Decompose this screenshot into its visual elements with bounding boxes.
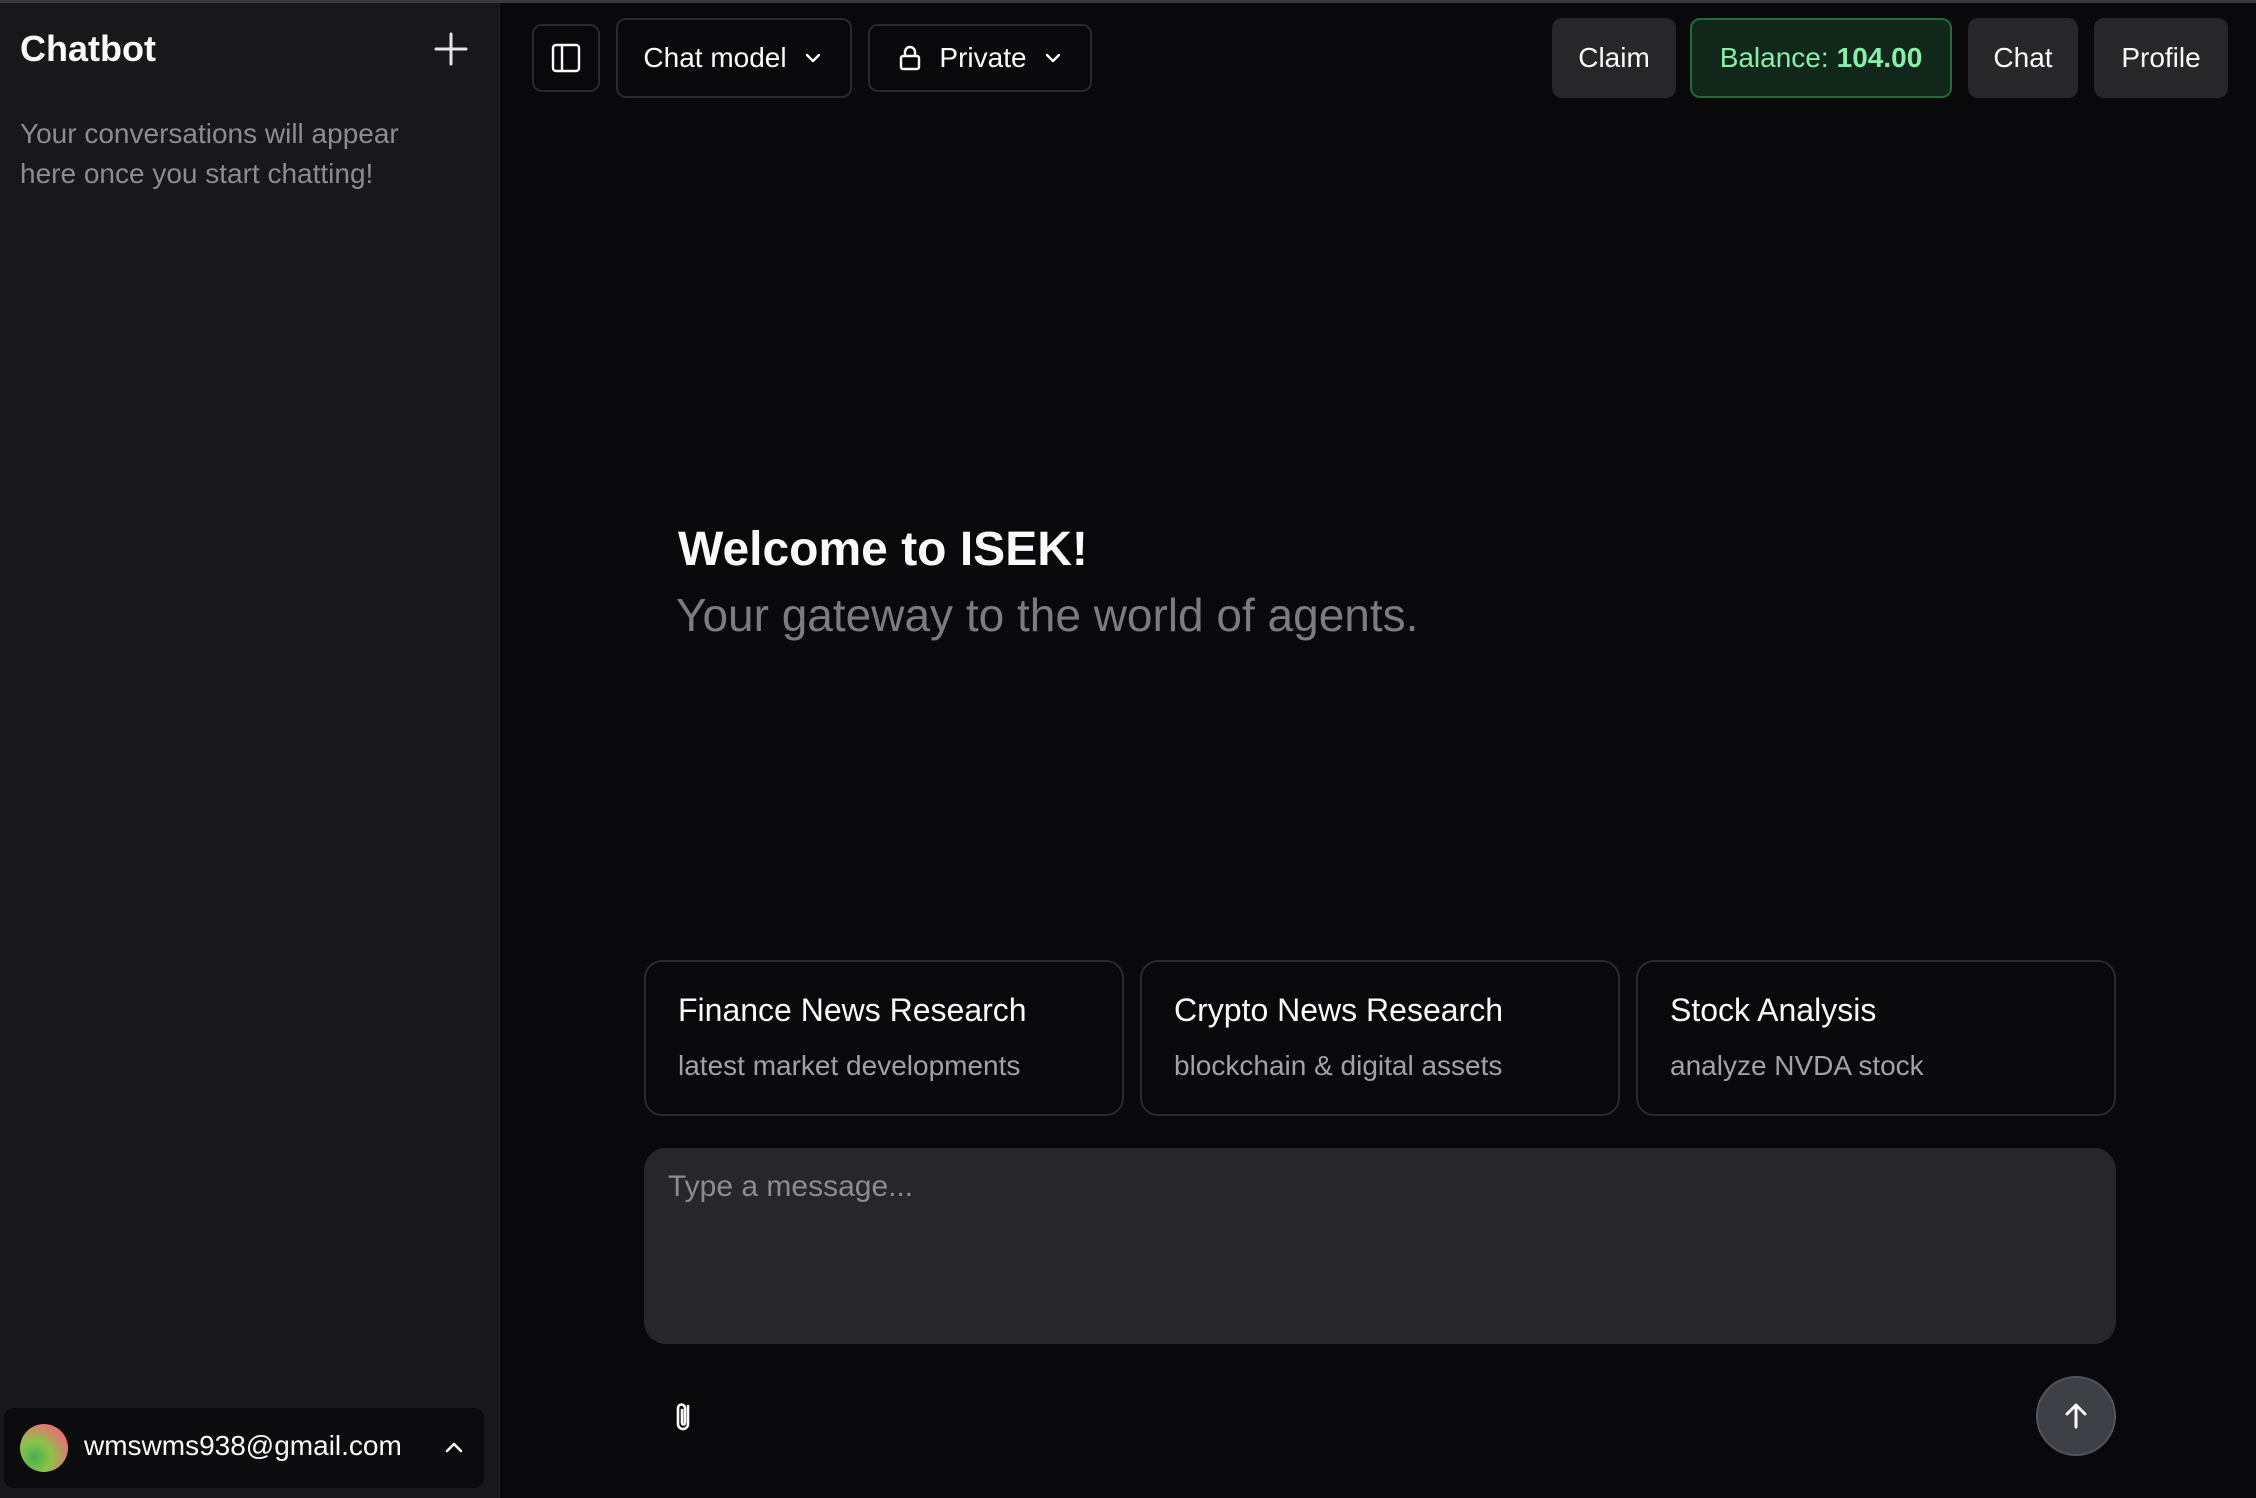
model-selector[interactable]: Chat model: [616, 18, 852, 98]
suggestion-title: Crypto News Research: [1174, 992, 1503, 1028]
visibility-selector-label: Private: [939, 42, 1027, 73]
top-border: [0, 0, 2256, 3]
suggestion-subtitle: blockchain & digital assets: [1174, 1050, 1503, 1081]
sidebar-title: Chatbot: [20, 28, 156, 69]
lock-icon: [900, 45, 921, 71]
balance-badge[interactable]: Balance: 104.00: [1690, 18, 1952, 98]
message-input[interactable]: [644, 1148, 2116, 1344]
user-menu-button[interactable]: wmswms938@gmail.com: [4, 1408, 484, 1488]
profile-button[interactable]: Profile: [2094, 18, 2228, 98]
sidebar: Chatbot Your conversations will appear h…: [0, 0, 500, 1498]
avatar: [20, 1424, 68, 1472]
paperclip-icon: [676, 1403, 690, 1431]
send-button[interactable]: [2036, 1376, 2116, 1456]
new-chat-button[interactable]: [428, 26, 474, 72]
balance-label: Balance:: [1719, 42, 1829, 73]
suggestion-subtitle: latest market developments: [678, 1050, 1021, 1081]
attach-button[interactable]: [664, 1396, 704, 1436]
main-panel: Chat model Private Claim Balance: 104.00…: [500, 0, 2256, 1498]
claim-button[interactable]: Claim: [1552, 18, 1676, 98]
suggestion-card-finance[interactable]: Finance News Research latest market deve…: [644, 960, 1124, 1116]
chevron-down-icon: [1045, 53, 1060, 63]
suggestion-card-crypto[interactable]: Crypto News Research blockchain & digita…: [1140, 960, 1620, 1116]
welcome-subtitle: Your gateway to the world of agents.: [676, 589, 1419, 641]
chevron-down-icon: [805, 53, 820, 63]
suggestion-subtitle: analyze NVDA stock: [1670, 1050, 1924, 1081]
suggestion-title: Stock Analysis: [1670, 992, 1877, 1028]
chevron-up-icon: [445, 1442, 463, 1453]
welcome-title: Welcome to ISEK!: [678, 523, 1088, 576]
plus-icon: [434, 32, 468, 66]
chat-button[interactable]: Chat: [1968, 18, 2078, 98]
app-window: Chatbot Your conversations will appear h…: [0, 0, 2256, 1498]
arrow-up-icon: [2065, 1403, 2087, 1429]
suggestion-title: Finance News Research: [678, 992, 1027, 1028]
model-selector-label: Chat model: [643, 42, 787, 73]
balance-value: 104.00: [1836, 42, 1923, 73]
toggle-sidebar-button[interactable]: [532, 24, 600, 92]
suggestion-card-stock[interactable]: Stock Analysis analyze NVDA stock: [1636, 960, 2116, 1116]
sidebar-toggle-icon: [551, 43, 581, 73]
visibility-selector[interactable]: Private: [868, 24, 1092, 92]
user-email: wmswms938@gmail.com: [84, 1430, 402, 1461]
empty-conversations-message: Your conversations will appear here once…: [20, 118, 399, 189]
